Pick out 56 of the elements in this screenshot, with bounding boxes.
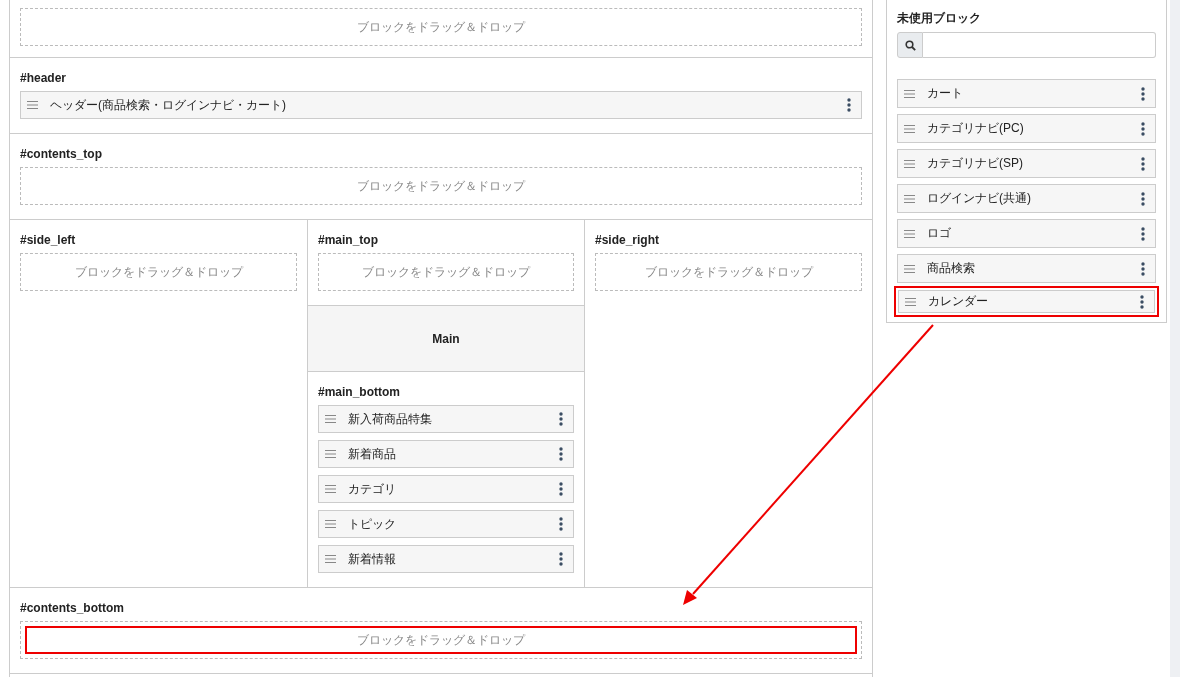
drag-handle-icon[interactable] xyxy=(904,159,915,168)
more-options-icon[interactable] xyxy=(1141,86,1145,101)
panel-title: 未使用ブロック xyxy=(897,11,981,25)
drag-handle-icon[interactable] xyxy=(325,555,336,563)
drag-handle-icon[interactable] xyxy=(905,297,916,306)
search-icon xyxy=(904,39,916,51)
more-options-icon[interactable] xyxy=(559,447,563,461)
zone-label: #contents_top xyxy=(20,146,102,162)
more-options-icon[interactable] xyxy=(1141,261,1145,276)
drop-zone[interactable]: ブロックをドラッグ＆ドロップ xyxy=(595,253,862,291)
block-item[interactable]: カート xyxy=(897,79,1156,108)
more-options-icon[interactable] xyxy=(559,517,563,531)
drag-handle-icon[interactable] xyxy=(27,101,38,109)
block-item[interactable]: カレンダー xyxy=(894,286,1159,317)
drag-handle-icon[interactable] xyxy=(904,124,915,133)
drop-zone[interactable]: ブロックをドラッグ＆ドロップ xyxy=(20,253,297,291)
more-options-icon[interactable] xyxy=(1140,294,1144,309)
block-item[interactable]: ヘッダー(商品検索・ログインナビ・カート) xyxy=(20,91,862,119)
drag-handle-icon[interactable] xyxy=(904,264,915,273)
more-options-icon[interactable] xyxy=(847,98,851,112)
drop-zone[interactable]: ブロックをドラッグ＆ドロップ xyxy=(20,621,862,659)
drag-handle-icon[interactable] xyxy=(325,485,336,493)
more-options-icon[interactable] xyxy=(559,482,563,496)
drag-handle-icon[interactable] xyxy=(325,450,336,458)
block-item[interactable]: ログインナビ(共通) xyxy=(897,184,1156,213)
drop-zone[interactable]: ブロックをドラッグ＆ドロップ xyxy=(20,167,862,205)
drop-zone[interactable]: ブロックをドラッグ＆ドロップ xyxy=(20,8,862,46)
drag-handle-icon[interactable] xyxy=(325,520,336,528)
block-item[interactable]: 新入荷商品特集 xyxy=(318,405,574,433)
block-item[interactable]: カテゴリナビ(PC) xyxy=(897,114,1156,143)
more-options-icon[interactable] xyxy=(559,412,563,426)
zone-label: #contents_bottom xyxy=(20,600,124,616)
zone-label: #header xyxy=(20,70,67,86)
more-options-icon[interactable] xyxy=(1141,156,1145,171)
more-options-icon[interactable] xyxy=(559,552,563,566)
zone-label: #side_left xyxy=(20,232,76,248)
block-item[interactable]: 新着商品 xyxy=(318,440,574,468)
drag-handle-icon[interactable] xyxy=(904,229,915,238)
drag-handle-icon[interactable] xyxy=(904,89,915,98)
zone-label: #main_top xyxy=(318,232,378,248)
zone-label: #main_bottom xyxy=(318,384,400,400)
block-item[interactable]: カテゴリ xyxy=(318,475,574,503)
drop-zone[interactable]: ブロックをドラッグ＆ドロップ xyxy=(318,253,574,291)
block-item[interactable]: 新着情報 xyxy=(318,545,574,573)
search-field[interactable] xyxy=(923,32,1156,58)
more-options-icon[interactable] xyxy=(1141,226,1145,241)
more-options-icon[interactable] xyxy=(1141,121,1145,136)
more-options-icon[interactable] xyxy=(1141,191,1145,206)
main-label: Main xyxy=(432,331,460,346)
block-item[interactable]: 商品検索 xyxy=(897,254,1156,283)
block-item[interactable]: カテゴリナビ(SP) xyxy=(897,149,1156,178)
drag-handle-icon[interactable] xyxy=(325,415,336,423)
drag-handle-icon[interactable] xyxy=(904,194,915,203)
zone-label: #side_right xyxy=(595,232,660,248)
block-item[interactable]: ロゴ xyxy=(897,219,1156,248)
block-item[interactable]: トピック xyxy=(318,510,574,538)
